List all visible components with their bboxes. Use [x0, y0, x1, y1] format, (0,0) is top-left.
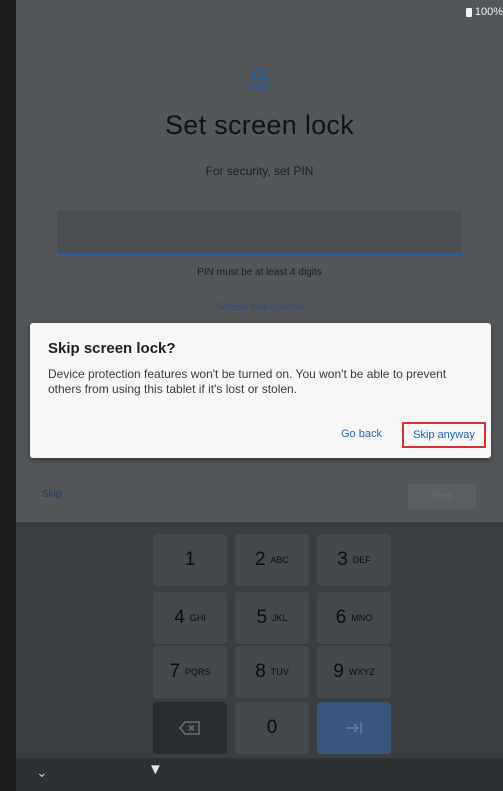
key-0[interactable]: 0 [235, 702, 309, 754]
key-letters: MNO [351, 613, 373, 623]
tablet-screen: 100% Set screen lock For security, set P… [16, 0, 503, 791]
pin-input[interactable] [57, 211, 461, 255]
key-letters: WXYZ [348, 667, 375, 677]
skip-anyway-button[interactable]: Skip anyway [402, 422, 486, 448]
lock-icon [250, 68, 268, 90]
key-letters: GHI [189, 613, 206, 623]
chevron-down-icon[interactable]: ⌄ [36, 764, 48, 781]
skip-lock-dialog: Skip screen lock? Device protection feat… [30, 323, 491, 458]
key-1[interactable]: 1 [153, 534, 227, 586]
key-digit: 2 [254, 549, 266, 570]
next-button[interactable]: Next [408, 484, 476, 509]
key-letters: PQRS [185, 667, 211, 677]
key-5[interactable]: 5 JKL [235, 592, 309, 644]
dialog-title: Skip screen lock? [48, 340, 176, 357]
screen-lock-options-link[interactable]: Screen lock options [16, 302, 503, 313]
navigation-bar: ⌄ ▼ [16, 758, 503, 791]
enter-arrow-icon [346, 723, 362, 733]
pin-hint: PIN must be at least 4 digits [197, 267, 322, 278]
go-back-button[interactable]: Go back [341, 428, 382, 440]
battery-icon [465, 7, 472, 17]
key-letters: DEF [352, 555, 371, 565]
back-triangle-icon[interactable]: ▼ [148, 761, 163, 778]
key-digit: 0 [266, 717, 278, 738]
key-digit: 5 [256, 607, 268, 628]
key-6[interactable]: 6 MNO [317, 592, 391, 644]
key-digit: 7 [169, 661, 181, 682]
key-letters: TUV [270, 667, 289, 677]
key-digit: 8 [255, 661, 266, 682]
page-subtitle: For security, set PIN [205, 164, 314, 178]
numeric-keypad: 1 2 ABC 3 DEF 4 GHI 5 JKL 6 MNO 7 PQRS 8… [16, 522, 503, 758]
key-9[interactable]: 9 WXYZ [317, 646, 391, 698]
key-digit: 4 [174, 607, 185, 628]
page-title: Set screen lock [164, 110, 355, 140]
key-7[interactable]: 7 PQRS [153, 646, 227, 698]
delete-key[interactable] [153, 702, 227, 754]
key-letters: JKL [272, 613, 288, 623]
key-letters: ABC [270, 555, 290, 565]
key-4[interactable]: 4 GHI [153, 592, 227, 644]
battery-level: 100% [474, 6, 503, 18]
status-bar: 100% [465, 6, 503, 18]
key-digit: 9 [333, 661, 344, 682]
backspace-icon [179, 721, 200, 735]
enter-key[interactable] [317, 702, 391, 754]
key-2[interactable]: 2 ABC [235, 534, 309, 586]
key-8[interactable]: 8 TUV [235, 646, 309, 698]
skip-button[interactable]: Skip [42, 489, 61, 500]
key-3[interactable]: 3 DEF [317, 534, 391, 586]
dialog-message: Device protection features won't be turn… [48, 367, 447, 396]
key-digit: 1 [184, 549, 196, 570]
key-digit: 3 [337, 549, 348, 570]
key-digit: 6 [335, 607, 347, 628]
